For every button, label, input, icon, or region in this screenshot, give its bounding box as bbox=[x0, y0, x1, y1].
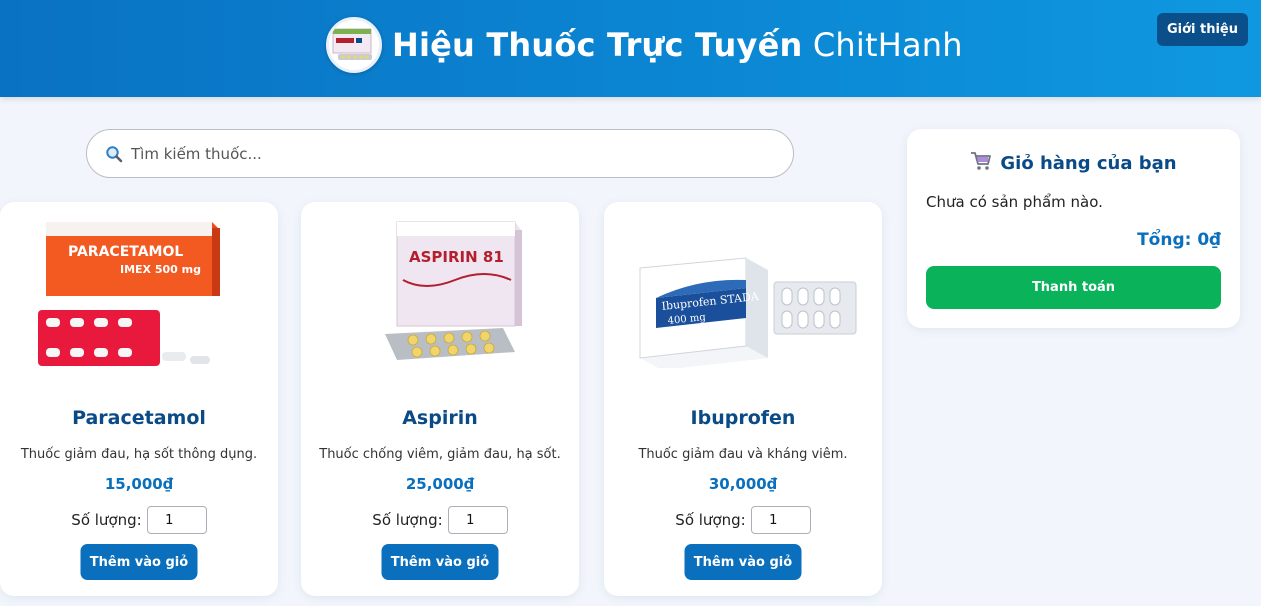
site-header: Hiệu Thuốc Trực Tuyến ChitHanh Giới thiệ… bbox=[0, 0, 1261, 97]
shopping-cart-icon bbox=[970, 151, 992, 175]
quantity-row: Số lượng: bbox=[604, 506, 882, 534]
product-name: Ibuprofen bbox=[690, 407, 796, 429]
paracetamol-product-image: PARACETAMOL IMEX 500 mg bbox=[24, 218, 254, 368]
ibuprofen-product-image: Ibuprofen STADA 400 mg bbox=[628, 218, 858, 370]
aspirin-box-label: ASPIRIN 81 bbox=[409, 248, 504, 266]
quantity-row: Số lượng: bbox=[301, 506, 579, 534]
product-price: 30,000₫ bbox=[708, 475, 778, 493]
product-price: 25,000₫ bbox=[405, 475, 475, 493]
site-title-main: Hiệu Thuốc Trực Tuyến bbox=[392, 26, 803, 64]
add-to-cart-button[interactable]: Thêm vào giỏ bbox=[80, 544, 198, 580]
site-title-brand: ChitHanh bbox=[812, 26, 963, 64]
product-description: Thuốc chống viêm, giảm đau, hạ sốt. bbox=[319, 447, 561, 462]
product-card-aspirin: ASPIRIN 81 Aspirin Thuốc chống viêm, giả… bbox=[301, 202, 579, 596]
site-title: Hiệu Thuốc Trực Tuyến ChitHanh bbox=[392, 26, 963, 64]
magnifier-icon bbox=[105, 144, 125, 164]
logo-image bbox=[326, 17, 382, 73]
quantity-label: Số lượng: bbox=[675, 511, 746, 529]
paracetamol-box-label: PARACETAMOL bbox=[68, 244, 183, 260]
paracetamol-box-dose: IMEX 500 mg bbox=[120, 263, 201, 276]
product-card-ibuprofen: Ibuprofen STADA 400 mg Ibuprofen Thuốc g… bbox=[604, 202, 882, 596]
product-description: Thuốc giảm đau và kháng viêm. bbox=[638, 447, 848, 462]
cart-title: Giỏ hàng của bạn bbox=[1000, 152, 1177, 174]
product-description: Thuốc giảm đau, hạ sốt thông dụng. bbox=[20, 447, 258, 462]
aspirin-product-image: ASPIRIN 81 bbox=[325, 218, 555, 368]
brand[interactable]: Hiệu Thuốc Trực Tuyến ChitHanh bbox=[326, 17, 963, 73]
cart-panel: Giỏ hàng của bạn Chưa có sản phẩm nào. T… bbox=[907, 129, 1240, 328]
search-input[interactable] bbox=[131, 138, 793, 169]
about-button[interactable]: Giới thiệu bbox=[1157, 13, 1248, 46]
product-name: Paracetamol bbox=[72, 407, 206, 429]
quantity-input[interactable] bbox=[447, 506, 508, 534]
quantity-input[interactable] bbox=[146, 506, 207, 534]
add-to-cart-button[interactable]: Thêm vào giỏ bbox=[684, 544, 802, 580]
quantity-input[interactable] bbox=[750, 506, 811, 534]
checkout-button[interactable]: Thanh toán bbox=[926, 266, 1221, 309]
product-name: Aspirin bbox=[402, 407, 478, 429]
cart-header: Giỏ hàng của bạn bbox=[907, 151, 1240, 175]
cart-total: Tổng: 0₫ bbox=[1137, 230, 1221, 250]
cart-empty-message: Chưa có sản phẩm nào. bbox=[926, 193, 1103, 211]
search-bar[interactable] bbox=[86, 129, 794, 178]
quantity-label: Số lượng: bbox=[71, 511, 142, 529]
quantity-label: Số lượng: bbox=[372, 511, 443, 529]
quantity-row: Số lượng: bbox=[0, 506, 278, 534]
product-card-paracetamol: PARACETAMOL IMEX 500 mg Paracetamol Thuố… bbox=[0, 202, 278, 596]
product-price: 15,000₫ bbox=[104, 475, 174, 493]
add-to-cart-button[interactable]: Thêm vào giỏ bbox=[381, 544, 499, 580]
